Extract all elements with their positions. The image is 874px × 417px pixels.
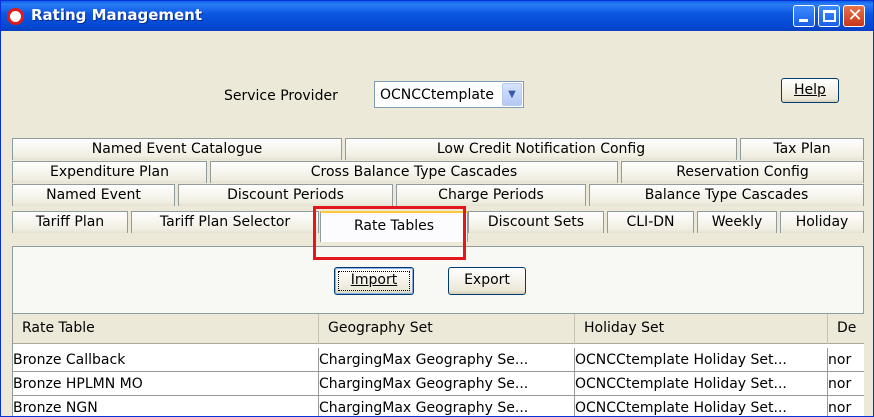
app-logo-icon: [7, 8, 24, 25]
rate-table-grid[interactable]: Rate Table Geography Set Holiday Set De …: [13, 313, 864, 416]
tab-tariff-plan[interactable]: Tariff Plan: [12, 211, 128, 233]
close-button[interactable]: ✕: [843, 5, 865, 27]
tab-tariff-plan-selector[interactable]: Tariff Plan Selector: [131, 211, 319, 233]
minimize-button[interactable]: [793, 5, 815, 27]
chevron-down-icon[interactable]: ▼: [502, 83, 522, 106]
cell-geography-set: ChargingMax Geography Se...: [319, 372, 575, 396]
tab-reservation-config[interactable]: Reservation Config: [621, 161, 864, 183]
cell-de: nor: [828, 348, 864, 372]
maximize-icon: [823, 10, 836, 22]
cell-de: nor: [828, 396, 864, 416]
tab-holiday[interactable]: Holiday: [780, 211, 864, 233]
column-header-rate-table[interactable]: Rate Table: [13, 314, 319, 344]
service-provider-value: OCNCCtemplate: [380, 87, 495, 103]
column-header-geography-set[interactable]: Geography Set: [319, 314, 575, 344]
cell-rate-table: Bronze HPLMN MO: [13, 372, 319, 396]
tab-rate-tables[interactable]: Rate Tables: [320, 211, 468, 242]
tab-weekly[interactable]: Weekly: [697, 211, 777, 233]
cell-holiday-set: OCNCCtemplate Holiday Set...: [575, 396, 828, 416]
cell-rate-table: Bronze NGN: [13, 396, 319, 416]
rating-management-window: Rating Management ✕ Service Provider OCN…: [0, 0, 874, 417]
column-header-holiday-set[interactable]: Holiday Set: [575, 314, 828, 344]
column-header-de[interactable]: De: [828, 314, 864, 344]
tab-low-credit-notification-config[interactable]: Low Credit Notification Config: [345, 138, 737, 160]
help-button-label: Help: [794, 82, 826, 98]
table-row[interactable]: Bronze NGN ChargingMax Geography Se... O…: [13, 396, 864, 416]
cell-rate-table: Bronze Callback: [13, 348, 319, 372]
tab-discount-sets[interactable]: Discount Sets: [468, 211, 604, 233]
tab-balance-type-cascades[interactable]: Balance Type Cascades: [589, 184, 864, 206]
cell-holiday-set: OCNCCtemplate Holiday Set...: [575, 372, 828, 396]
service-provider-label: Service Provider: [224, 88, 338, 104]
minimize-icon: [799, 19, 808, 22]
help-button[interactable]: Help: [781, 78, 839, 103]
export-button[interactable]: Export: [448, 267, 526, 295]
tab-discount-periods[interactable]: Discount Periods: [178, 184, 393, 206]
import-button[interactable]: Import: [334, 267, 414, 295]
tab-named-event[interactable]: Named Event: [12, 184, 175, 206]
tab-charge-periods[interactable]: Charge Periods: [396, 184, 586, 206]
export-button-label: Export: [464, 272, 510, 288]
table-row[interactable]: Bronze HPLMN MO ChargingMax Geography Se…: [13, 372, 864, 396]
tab-named-event-catalogue[interactable]: Named Event Catalogue: [12, 138, 342, 160]
tab-cli-dn[interactable]: CLI-DN: [607, 211, 694, 233]
table-header: Rate Table Geography Set Holiday Set De: [13, 314, 864, 344]
tab-cross-balance-type-cascades[interactable]: Cross Balance Type Cascades: [210, 161, 618, 183]
cell-holiday-set: OCNCCtemplate Holiday Set...: [575, 348, 828, 372]
cell-de: nor: [828, 372, 864, 396]
table-row[interactable]: Bronze Callback ChargingMax Geography Se…: [13, 348, 864, 372]
maximize-button[interactable]: [818, 5, 840, 27]
focus-ring: [338, 271, 410, 291]
tab-expenditure-plan[interactable]: Expenditure Plan: [12, 161, 207, 183]
cell-geography-set: ChargingMax Geography Se...: [319, 348, 575, 372]
close-icon: ✕: [847, 5, 863, 26]
window-title: Rating Management: [31, 6, 203, 24]
cell-geography-set: ChargingMax Geography Se...: [319, 396, 575, 416]
service-provider-select[interactable]: OCNCCtemplate ▼: [374, 81, 524, 108]
tab-tax-plan[interactable]: Tax Plan: [740, 138, 864, 160]
title-bar[interactable]: Rating Management ✕: [1, 1, 873, 31]
